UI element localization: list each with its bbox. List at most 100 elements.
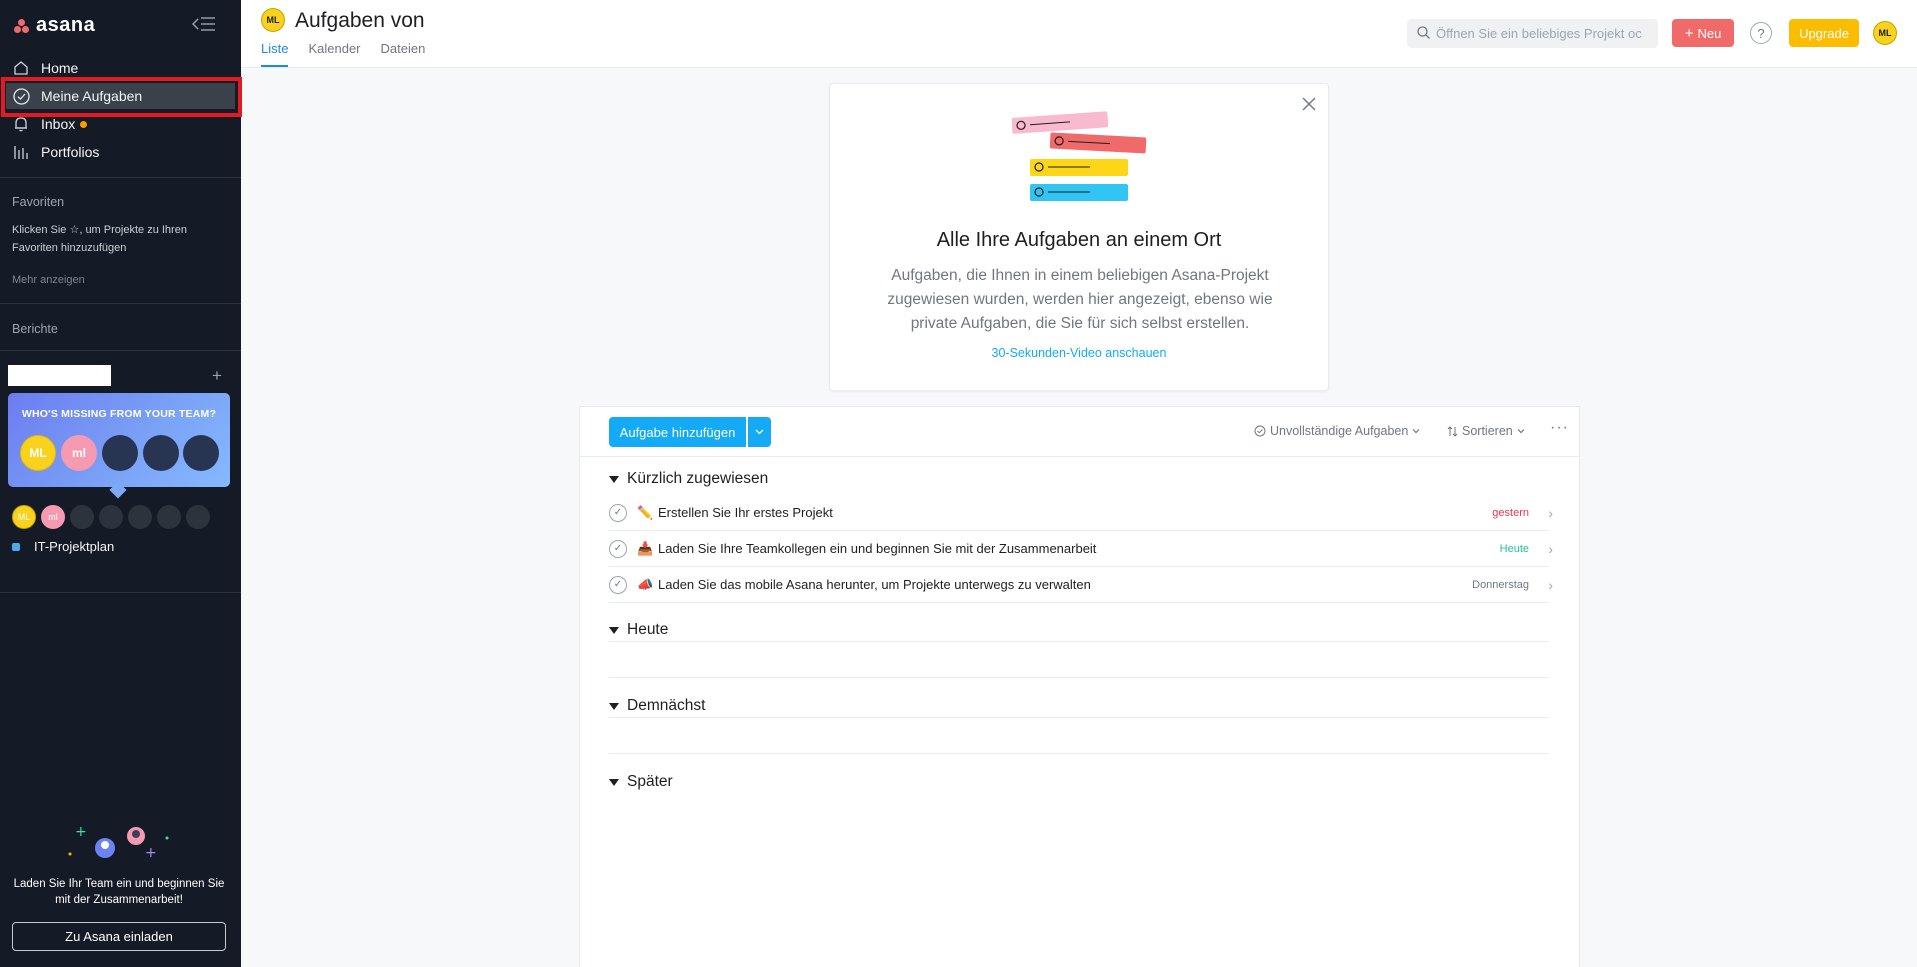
empty-avatar-slot[interactable] (102, 435, 138, 471)
avatar[interactable]: ml (41, 505, 65, 529)
sidebar-item-project[interactable]: IT-Projektplan (12, 539, 114, 554)
triangle-down-icon (609, 475, 619, 483)
search-placeholder: Öffnen Sie ein beliebiges Projekt oc (1436, 26, 1642, 41)
asana-logo-icon (14, 18, 30, 33)
complete-checkbox[interactable]: ✓ (609, 539, 627, 558)
due-date[interactable]: gestern (1492, 507, 1529, 519)
avatar[interactable]: ML (261, 8, 285, 32)
asana-logo[interactable]: asana (14, 14, 95, 37)
favorites-hint-2: Favoriten hinzuzufügen (12, 242, 127, 254)
favorites-heading[interactable]: Favoriten (12, 195, 64, 209)
section-recently-assigned[interactable]: Kürzlich zugewiesen (609, 470, 768, 488)
pencil-icon: ✏️ (637, 504, 654, 520)
task-title[interactable]: Erstellen Sie Ihr erstes Projekt (658, 505, 833, 520)
add-project-icon[interactable]: + (212, 366, 222, 386)
sidebar-divider (0, 350, 241, 351)
video-link[interactable]: 30-Sekunden-Video anschauen (830, 346, 1328, 360)
table-row[interactable]: ✓ 📥 Laden Sie Ihre Teamkollegen ein und … (609, 531, 1553, 567)
complete-checkbox[interactable]: ✓ (609, 575, 627, 594)
section-divider (609, 717, 1549, 718)
collapse-sidebar-icon[interactable] (190, 14, 218, 38)
sort-label: Sortieren (1462, 424, 1513, 438)
section-today[interactable]: Heute (609, 621, 668, 639)
help-icon[interactable]: ? (1750, 22, 1772, 44)
close-icon[interactable] (1302, 94, 1316, 117)
new-button-label: Neu (1697, 25, 1722, 41)
triangle-down-icon (609, 778, 619, 786)
sidebar-item-label: Inbox (41, 116, 76, 132)
invite-team-text: Laden Sie Ihr Team ein und beginnen Sie … (13, 878, 225, 906)
chevron-down-icon (1412, 429, 1420, 434)
intro-card: Alle Ihre Aufgaben an einem Ort Aufgaben… (829, 83, 1329, 391)
incomplete-tasks-filter[interactable]: Unvollständige Aufgaben (1254, 424, 1420, 438)
chevron-right-icon[interactable]: › (1548, 577, 1553, 593)
intro-title: Alle Ihre Aufgaben an einem Ort (936, 229, 1222, 251)
due-date[interactable]: Heute (1500, 543, 1529, 555)
avatar[interactable]: ml (61, 435, 97, 471)
avatar[interactable]: ML (12, 505, 36, 529)
empty-avatar-slot[interactable] (157, 505, 181, 529)
section-title: Später (627, 773, 673, 790)
tab-files[interactable]: Dateien (381, 41, 426, 67)
empty-avatar-slot[interactable] (143, 435, 179, 471)
team-name[interactable] (8, 365, 111, 386)
empty-avatar-slot[interactable] (99, 505, 123, 529)
sidebar-item-home[interactable]: Home (6, 55, 235, 81)
team-illustration: + + (68, 824, 169, 861)
bell-icon (12, 115, 30, 133)
notification-dot (80, 120, 88, 128)
section-divider (609, 753, 1549, 754)
favorites-hint: Klicken Sie ☆, um Projekte zu Ihren (12, 224, 187, 236)
triangle-down-icon (609, 702, 619, 710)
section-title: Demnächst (627, 697, 706, 714)
triangle-down-icon (609, 626, 619, 634)
sidebar-item-portfolios[interactable]: Portfolios (6, 139, 235, 165)
chevron-right-icon[interactable]: › (1548, 505, 1553, 521)
search-icon (1417, 25, 1430, 42)
empty-avatar-slot[interactable] (183, 435, 219, 471)
bar-chart-icon (12, 143, 30, 161)
sidebar-item-my-tasks[interactable]: Meine Aufgaben (6, 83, 235, 109)
tab-calendar[interactable]: Kalender (308, 41, 360, 67)
sort-button[interactable]: Sortieren (1447, 424, 1525, 438)
empty-avatar-slot[interactable] (70, 505, 94, 529)
section-later[interactable]: Später (609, 773, 673, 791)
chevron-right-icon[interactable]: › (1548, 541, 1553, 557)
logo-text: asana (36, 14, 96, 36)
avatar[interactable]: ML (20, 435, 56, 471)
invite-team-card[interactable]: WHO'S MISSING FROM YOUR TEAM? ML ml (8, 393, 230, 487)
task-cards-illustration (1011, 111, 1147, 201)
empty-avatar-slot[interactable] (128, 505, 152, 529)
sidebar-item-label: Home (41, 60, 79, 76)
new-button[interactable]: + Neu (1672, 19, 1734, 47)
invite-to-asana-button[interactable]: Zu Asana einladen (12, 922, 226, 951)
svg-text:+: + (75, 824, 87, 840)
add-task-button[interactable]: Aufgabe hinzufügen (609, 417, 746, 447)
empty-avatar-slot[interactable] (186, 505, 210, 529)
inbox-tray-icon: 📥 (637, 540, 654, 556)
section-upcoming[interactable]: Demnächst (609, 697, 705, 715)
svg-text:+: + (145, 845, 157, 861)
show-more-link[interactable]: Mehr anzeigen (12, 274, 85, 286)
section-divider (609, 677, 1549, 678)
tab-list[interactable]: Liste (261, 41, 289, 67)
complete-checkbox[interactable]: ✓ (609, 503, 627, 522)
filter-label: Unvollständige Aufgaben (1270, 424, 1409, 438)
upgrade-button[interactable]: Upgrade (1789, 19, 1859, 47)
header: ML Aufgaben von Liste Kalender Dateien Ö… (241, 0, 1917, 68)
user-avatar[interactable]: ML (1873, 21, 1897, 45)
chevron-down-icon[interactable] (748, 417, 771, 447)
table-row[interactable]: ✓ 📣 Laden Sie das mobile Asana herunter,… (609, 567, 1553, 603)
search-input[interactable]: Öffnen Sie ein beliebiges Projekt oc (1407, 19, 1658, 48)
task-toolbar: Aufgabe hinzufügen Unvollständige Aufgab… (580, 407, 1579, 457)
view-tabs: Liste Kalender Dateien (261, 41, 425, 67)
task-title[interactable]: Laden Sie Ihre Teamkollegen ein und begi… (658, 541, 1096, 556)
section-title: Kürzlich zugewiesen (627, 470, 769, 487)
task-title[interactable]: Laden Sie das mobile Asana herunter, um … (658, 577, 1091, 592)
plus-icon: + (1684, 24, 1694, 42)
sidebar-item-inbox[interactable]: Inbox (6, 111, 235, 137)
reports-heading[interactable]: Berichte (12, 322, 58, 336)
due-date[interactable]: Donnerstag (1472, 579, 1529, 591)
more-options-icon[interactable]: ··· (1550, 419, 1569, 437)
table-row[interactable]: ✓ ✏️ Erstellen Sie Ihr erstes Projekt ge… (609, 495, 1553, 531)
